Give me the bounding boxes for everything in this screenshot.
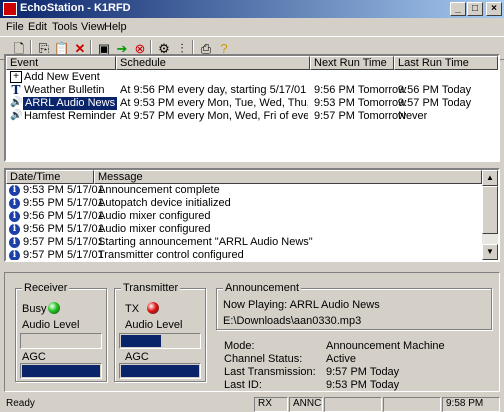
log-scrollbar[interactable]: ▲ ▼ bbox=[482, 170, 498, 260]
event-next-run: 9:56 PM Tomorrow bbox=[314, 84, 407, 96]
busy-indicator-led bbox=[48, 302, 60, 314]
event-last-run: 9:57 PM Today bbox=[398, 97, 472, 109]
column-header-event[interactable]: Event bbox=[6, 56, 116, 70]
maximize-button[interactable]: □ bbox=[467, 2, 483, 16]
tx-label: TX bbox=[125, 303, 140, 315]
info-icon: i bbox=[9, 224, 20, 235]
info-icon: i bbox=[9, 250, 20, 260]
event-last-run: 9:56 PM Today bbox=[398, 84, 472, 96]
event-next-run: 9:53 PM Tomorrow bbox=[314, 97, 407, 109]
add-event-icon: + bbox=[10, 71, 22, 83]
receiver-audio-meter bbox=[20, 333, 102, 349]
info-icon: i bbox=[9, 211, 20, 222]
scroll-thumb[interactable] bbox=[482, 186, 498, 234]
busy-label: Busy bbox=[22, 303, 47, 315]
transmitter-agc-label: AGC bbox=[125, 351, 149, 363]
status-blank-1 bbox=[324, 397, 382, 412]
title-bar: EchoStation - K1RFD _ □ × bbox=[0, 0, 504, 18]
last-id-label: Last ID: bbox=[224, 379, 262, 391]
log-message: Audio mixer configured bbox=[98, 223, 211, 235]
status-text: Ready bbox=[6, 398, 35, 409]
column-header-message[interactable]: Message bbox=[94, 170, 482, 184]
scroll-down-arrow-icon[interactable]: ▼ bbox=[482, 244, 498, 260]
events-list[interactable]: Event Schedule Next Run Time Last Run Ti… bbox=[4, 54, 500, 162]
column-header-next-run[interactable]: Next Run Time bbox=[310, 56, 394, 70]
now-playing-text: Now Playing: ARRL Audio News bbox=[223, 299, 380, 311]
info-icon: i bbox=[9, 237, 20, 248]
column-header-last-run[interactable]: Last Run Time bbox=[394, 56, 498, 70]
transmitter-title: Transmitter bbox=[121, 282, 181, 294]
last-transmission-label: Last Transmission: bbox=[224, 366, 316, 378]
pane-splitter[interactable] bbox=[4, 264, 500, 269]
transmitter-agc-meter bbox=[119, 363, 201, 379]
event-name[interactable]: ARRL Audio News bbox=[23, 97, 118, 110]
menu-file[interactable]: File bbox=[6, 21, 24, 33]
log-message: Transmitter control configured bbox=[98, 249, 244, 261]
clock: 9:58 PM bbox=[442, 397, 500, 412]
scroll-up-arrow-icon[interactable]: ▲ bbox=[482, 170, 498, 186]
transmitter-audio-fill bbox=[121, 335, 161, 347]
announcement-title: Announcement bbox=[223, 282, 301, 294]
event-schedule: At 9:57 PM every Mon, Wed, Fri of every … bbox=[120, 110, 308, 122]
event-last-run: Never bbox=[398, 110, 428, 122]
event-name[interactable]: Hamfest Reminder bbox=[24, 110, 116, 123]
log-time: 9:57 PM 5/17/01 bbox=[23, 236, 104, 248]
event-name[interactable]: Weather Bulletin bbox=[24, 84, 105, 97]
app-icon bbox=[3, 2, 17, 16]
audio-event-icon: 🔊 bbox=[10, 110, 23, 121]
log-message: Announcement complete bbox=[98, 184, 220, 196]
last-id-value: 9:53 PM Today bbox=[326, 379, 400, 391]
mode-value: Announcement Machine bbox=[326, 340, 445, 352]
receiver-audio-label: Audio Level bbox=[22, 319, 80, 331]
log-time: 9:53 PM 5/17/01 bbox=[23, 184, 104, 196]
info-icon: i bbox=[9, 198, 20, 209]
rx-status: RX bbox=[254, 397, 288, 412]
log-message: Autopatch device initialized bbox=[98, 197, 231, 209]
transmitter-audio-meter bbox=[119, 333, 201, 349]
transmitter-agc-fill bbox=[121, 365, 199, 377]
mode-label: Mode: bbox=[224, 340, 255, 352]
last-transmission-value: 9:57 PM Today bbox=[326, 366, 400, 378]
channel-status-value: Active bbox=[326, 353, 356, 365]
annc-status: ANNC bbox=[289, 397, 323, 412]
minimize-button[interactable]: _ bbox=[450, 2, 466, 16]
receiver-agc-fill bbox=[22, 365, 100, 377]
column-header-datetime[interactable]: Date/Time bbox=[6, 170, 94, 184]
audio-event-icon: 🔊 bbox=[10, 97, 23, 108]
event-name[interactable]: Add New Event bbox=[24, 71, 100, 84]
receiver-title: Receiver bbox=[22, 282, 70, 294]
log-time: 9:56 PM 5/17/01 bbox=[23, 210, 104, 222]
status-bar: Ready RX ANNC 9:58 PM bbox=[0, 396, 504, 412]
event-next-run: 9:57 PM Tomorrow bbox=[314, 110, 407, 122]
receiver-agc-label: AGC bbox=[22, 351, 46, 363]
event-schedule: At 9:53 PM every Mon, Tue, Wed, Thu, Fri… bbox=[120, 97, 308, 109]
menu-edit[interactable]: Edit bbox=[28, 21, 47, 33]
menu-view[interactable]: View bbox=[81, 21, 105, 33]
log-time: 9:56 PM 5/17/01 bbox=[23, 223, 104, 235]
transmitter-audio-label: Audio Level bbox=[125, 319, 183, 331]
log-list[interactable]: Date/Time Message i 9:53 PM 5/17/01 Anno… bbox=[4, 168, 500, 262]
announcement-file-path: E:\Downloads\aan0330.mp3 bbox=[223, 315, 362, 327]
close-button[interactable]: × bbox=[486, 2, 502, 16]
window-title: EchoStation - K1RFD bbox=[20, 2, 131, 14]
announcement-group: Announcement Now Playing: ARRL Audio New… bbox=[216, 282, 492, 330]
log-message: Audio mixer configured bbox=[98, 210, 211, 222]
column-header-schedule[interactable]: Schedule bbox=[116, 56, 310, 70]
text-event-icon: T bbox=[11, 83, 21, 97]
menu-tools[interactable]: Tools bbox=[52, 21, 78, 33]
log-time: 9:55 PM 5/17/01 bbox=[23, 197, 104, 209]
log-time: 9:57 PM 5/17/01 bbox=[23, 249, 104, 261]
transmitter-group: Transmitter TX Audio Level AGC bbox=[114, 282, 206, 382]
receiver-agc-meter bbox=[20, 363, 102, 379]
log-message: Starting announcement "ARRL Audio News" bbox=[98, 236, 313, 248]
receiver-group: Receiver Busy Audio Level AGC bbox=[15, 282, 107, 382]
tx-indicator-led bbox=[147, 302, 159, 314]
menu-help[interactable]: Help bbox=[104, 21, 127, 33]
channel-status-label: Channel Status: bbox=[224, 353, 303, 365]
status-blank-2 bbox=[383, 397, 441, 412]
event-schedule: At 9:56 PM every day, starting 5/17/01 bbox=[120, 84, 307, 96]
menu-bar: File Edit Tools View Help bbox=[0, 18, 504, 36]
info-icon: i bbox=[9, 185, 20, 196]
